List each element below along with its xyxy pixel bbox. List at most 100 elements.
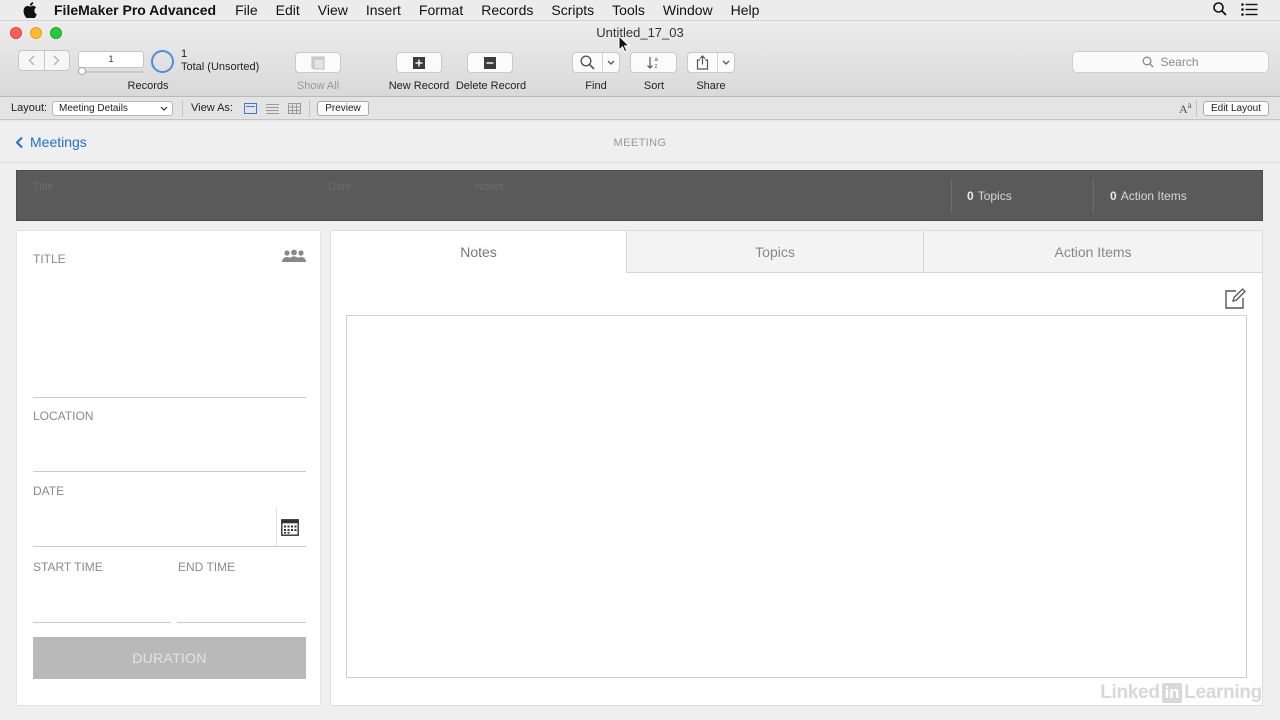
show-all-button[interactable] [295, 52, 341, 73]
sort-label: Sort [643, 80, 665, 92]
tab-action-items[interactable]: Action Items [923, 231, 1262, 273]
preview-button[interactable]: Preview [317, 101, 369, 116]
tab-notes[interactable]: Notes [331, 231, 626, 273]
found-count: 1 [181, 48, 188, 60]
view-as-label: View As: [191, 102, 233, 114]
start-time-underline [33, 622, 171, 623]
edit-layout-button[interactable]: Edit Layout [1203, 101, 1269, 116]
calendar-icon[interactable] [281, 519, 299, 541]
date-field[interactable] [33, 502, 277, 546]
tab-panel: Notes Topics Action Items [330, 230, 1263, 706]
summary-title-placeholder[interactable]: Title [33, 181, 53, 193]
location-field[interactable] [33, 427, 306, 471]
menu-view[interactable]: View [318, 2, 348, 18]
tab-topics[interactable]: Topics [626, 231, 923, 273]
quick-find-search-field[interactable]: Search [1072, 51, 1269, 73]
find-button[interactable] [572, 52, 620, 73]
menu-format[interactable]: Format [419, 2, 463, 18]
date-field-underline [33, 546, 306, 547]
spotlight-icon[interactable] [1213, 2, 1227, 19]
layout-label: Layout: [11, 102, 48, 114]
menu-help[interactable]: Help [731, 2, 760, 18]
show-all-icon [311, 56, 325, 69]
menu-window[interactable]: Window [663, 2, 713, 18]
topics-count-badge[interactable]: 0 Topics [967, 189, 1012, 203]
mouse-cursor-icon [618, 35, 630, 53]
records-label: Records [127, 80, 169, 92]
share-button[interactable] [687, 52, 735, 73]
previous-record-button[interactable] [19, 51, 44, 70]
menu-scripts[interactable]: Scripts [551, 2, 594, 18]
new-record-button[interactable] [396, 52, 442, 73]
divider [309, 100, 310, 117]
search-icon [1143, 56, 1154, 68]
watermark-brand-left: Linked [1100, 682, 1160, 703]
attendees-icon[interactable] [281, 249, 307, 268]
menu-edit[interactable]: Edit [276, 2, 300, 18]
apple-icon[interactable] [22, 2, 38, 18]
next-record-button[interactable] [43, 51, 70, 70]
divider [951, 179, 952, 213]
show-all-label: Show All [296, 80, 340, 92]
watermark-brand-in: in [1161, 683, 1183, 703]
topics-count: 0 [967, 189, 974, 203]
meeting-details-panel: TITLE LOCATION DATE START TIME END TIME … [16, 230, 321, 706]
menu-file[interactable]: File [235, 2, 258, 18]
delete-record-button[interactable] [467, 52, 513, 73]
menu-insert[interactable]: Insert [366, 2, 401, 18]
formatting-bar-icon[interactable]: Aa [1179, 100, 1192, 117]
action-items-count-badge[interactable]: 0 Action Items [1110, 189, 1187, 203]
end-time-underline [177, 622, 306, 623]
layout-header: Meetings MEETING [0, 121, 1280, 163]
found-status: Total (Unsorted) [181, 61, 260, 73]
found-set-info: 1 Total (Unsorted) [181, 48, 259, 74]
notification-center-icon[interactable] [1241, 2, 1258, 19]
found-set-pie-icon [151, 50, 174, 73]
start-time-field[interactable] [33, 578, 171, 622]
divider [1196, 100, 1197, 117]
linkedin-learning-watermark: Linked in Learning [1100, 682, 1262, 704]
watermark-brand-right: Learning [1184, 682, 1262, 703]
layout-chevron-icon [160, 102, 168, 116]
divider [276, 507, 277, 547]
date-label: DATE [33, 484, 65, 498]
summary-notes-placeholder[interactable]: Notes [475, 181, 504, 193]
title-label: TITLE [33, 252, 66, 266]
menu-app-name[interactable]: FileMaker Pro Advanced [54, 2, 216, 18]
notes-text-area[interactable] [346, 315, 1247, 678]
end-time-label: END TIME [178, 560, 236, 574]
meeting-summary-bar: Title Date Notes 0 Topics 0 Action Items [16, 170, 1263, 221]
menu-records[interactable]: Records [481, 2, 533, 18]
find-icon[interactable] [573, 53, 602, 72]
record-slider-handle[interactable] [78, 67, 86, 75]
action-items-count-label: Action Items [1120, 189, 1187, 203]
current-record-field[interactable]: 1 [78, 51, 144, 68]
find-menu-chevron-icon[interactable] [602, 53, 619, 72]
record-navigation [18, 50, 70, 71]
search-placeholder: Search [1160, 55, 1199, 69]
record-slider-track[interactable] [78, 71, 144, 73]
end-time-field[interactable] [177, 578, 306, 622]
share-icon[interactable] [688, 53, 717, 72]
title-field[interactable] [33, 271, 306, 397]
location-field-underline [33, 471, 306, 472]
share-menu-chevron-icon[interactable] [717, 53, 734, 72]
edit-note-icon[interactable] [1224, 288, 1246, 310]
duration-button[interactable]: DURATION [33, 637, 306, 679]
start-time-label: START TIME [33, 560, 103, 574]
divider [182, 100, 183, 117]
svg-text:z: z [654, 64, 657, 70]
layout-bar: Layout: Meeting Details View As: Preview… [0, 97, 1280, 120]
sort-button[interactable]: az [630, 52, 677, 73]
layout-select-value: Meeting Details [59, 103, 128, 114]
section-title: MEETING [613, 137, 667, 149]
list-view-icon[interactable] [265, 102, 279, 114]
menu-tools[interactable]: Tools [612, 2, 645, 18]
table-view-icon[interactable] [287, 102, 301, 114]
action-items-count: 0 [1110, 189, 1117, 203]
summary-date-placeholder[interactable]: Date [328, 181, 351, 193]
form-view-icon[interactable] [243, 102, 257, 114]
share-label: Share [696, 80, 726, 92]
layout-select[interactable]: Meeting Details [52, 101, 173, 116]
svg-text:a: a [654, 57, 658, 63]
